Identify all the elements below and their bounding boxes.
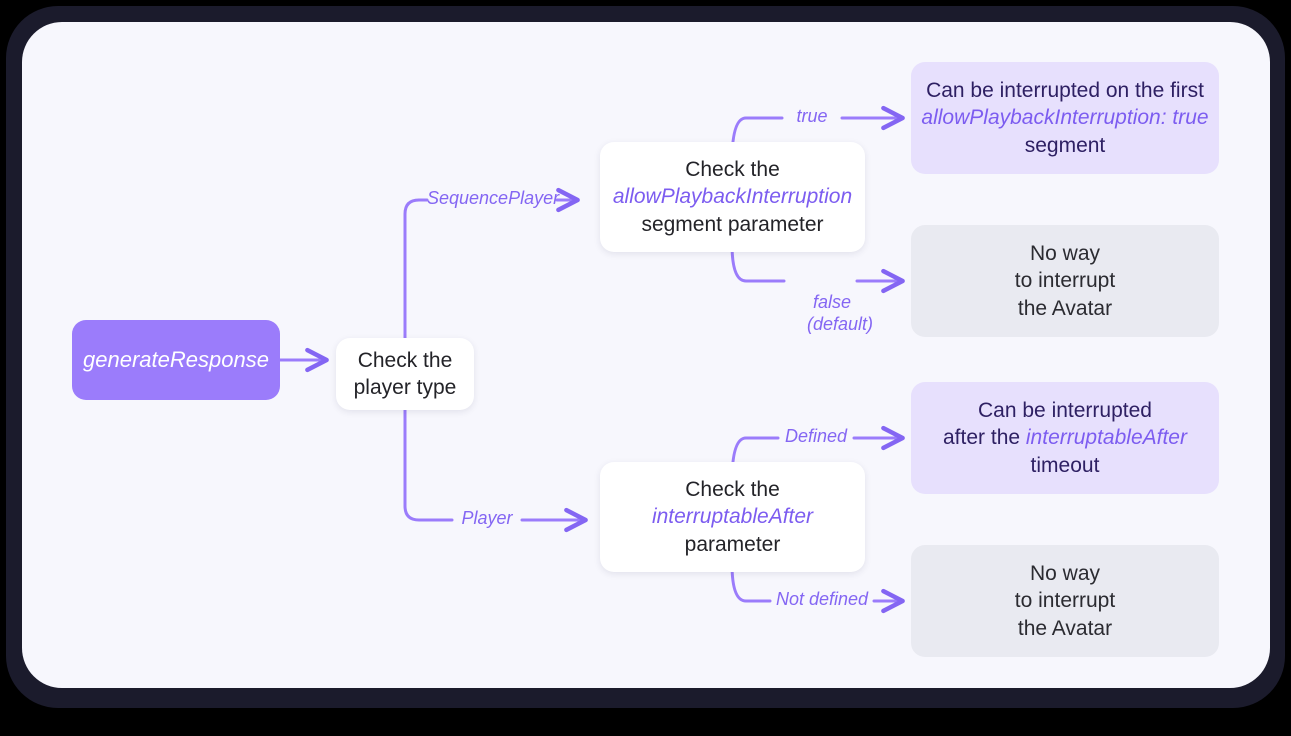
edge-label-player: Player xyxy=(461,508,513,528)
node-result-no-way-top-line2: to interrupt xyxy=(1014,269,1116,293)
node-result-no-way-bottom-line1: No way xyxy=(1029,562,1100,586)
node-result-timeout-line2: after the interruptableAfter xyxy=(943,424,1187,451)
node-check-player-type-line2: player type xyxy=(353,376,457,399)
node-check-allow-playback-line1: Check the xyxy=(685,158,780,182)
node-result-first-segment-code: allowPlaybackInterruption: true xyxy=(921,106,1209,130)
edge-label-false-line1: false xyxy=(812,291,852,312)
node-check-interruptable-after-line3: parameter xyxy=(684,532,781,556)
edge-label-false: false (default) xyxy=(777,268,873,358)
node-generate-response[interactable]: generateResponse xyxy=(72,320,280,400)
node-result-timeout-line3: timeout xyxy=(1030,453,1100,477)
node-generate-response-label: generateResponse xyxy=(83,346,269,372)
edge-label-true: true xyxy=(796,106,828,126)
node-check-allow-playback-interruption[interactable]: Check the allowPlaybackInterruption segm… xyxy=(600,142,865,252)
diagram-canvas: SequencePlayer Player true false (defaul… xyxy=(0,0,1291,736)
node-result-timeout-code: interruptableAfter xyxy=(1025,426,1187,450)
node-check-interruptable-after-line1: Check the xyxy=(685,478,780,502)
node-check-player-type-line1: Check the xyxy=(357,348,453,372)
node-result-first-segment-text: Can be interrupted on the first allowPla… xyxy=(921,77,1208,159)
node-result-first-segment-line3: segment xyxy=(1024,133,1106,157)
node-check-player-type-text: Check the player type xyxy=(354,347,457,402)
node-check-allow-playback-code: allowPlaybackInterruption xyxy=(612,185,853,209)
edge-label-sequence-player: SequencePlayer xyxy=(427,188,560,208)
node-check-player-type[interactable]: Check the player type xyxy=(336,338,474,410)
node-check-allow-playback-text: Check the allowPlaybackInterruption segm… xyxy=(613,156,852,238)
node-result-no-way-top[interactable]: No way to interrupt the Avatar xyxy=(911,225,1219,337)
node-result-no-way-bottom-line2: to interrupt xyxy=(1014,589,1116,613)
edge-label-defined: Defined xyxy=(784,426,848,446)
node-result-no-way-top-line1: No way xyxy=(1029,242,1100,266)
edge-sequence-player-line xyxy=(403,198,429,340)
node-check-interruptable-after-code: interruptableAfter xyxy=(651,505,814,529)
edge-label-not-defined: Not defined xyxy=(775,589,869,609)
edge-player-line xyxy=(403,402,454,522)
node-check-interruptable-after[interactable]: Check the interruptableAfter parameter xyxy=(600,462,865,572)
node-check-interruptable-after-text: Check the interruptableAfter parameter xyxy=(652,476,813,558)
node-result-timeout-text: Can be interrupted after the interruptab… xyxy=(943,397,1187,479)
node-result-first-segment[interactable]: Can be interrupted on the first allowPla… xyxy=(911,62,1219,174)
node-result-timeout[interactable]: Can be interrupted after the interruptab… xyxy=(911,382,1219,494)
node-result-no-way-bottom[interactable]: No way to interrupt the Avatar xyxy=(911,545,1219,657)
node-result-timeout-line1: Can be interrupted xyxy=(978,399,1152,423)
node-check-allow-playback-line3: segment parameter xyxy=(641,212,824,236)
diagram-card: SequencePlayer Player true false (defaul… xyxy=(22,22,1270,688)
node-result-no-way-bottom-line3: the Avatar xyxy=(1017,616,1113,640)
node-result-no-way-top-text: No way to interrupt the Avatar xyxy=(1015,240,1115,322)
node-result-no-way-top-line3: the Avatar xyxy=(1017,296,1113,320)
node-result-first-segment-line1: Can be interrupted on the first xyxy=(926,79,1204,103)
edge-label-false-line2: (default) xyxy=(807,314,874,334)
node-result-timeout-line2-prefix: after the xyxy=(943,426,1026,450)
node-result-no-way-bottom-text: No way to interrupt the Avatar xyxy=(1015,560,1115,642)
